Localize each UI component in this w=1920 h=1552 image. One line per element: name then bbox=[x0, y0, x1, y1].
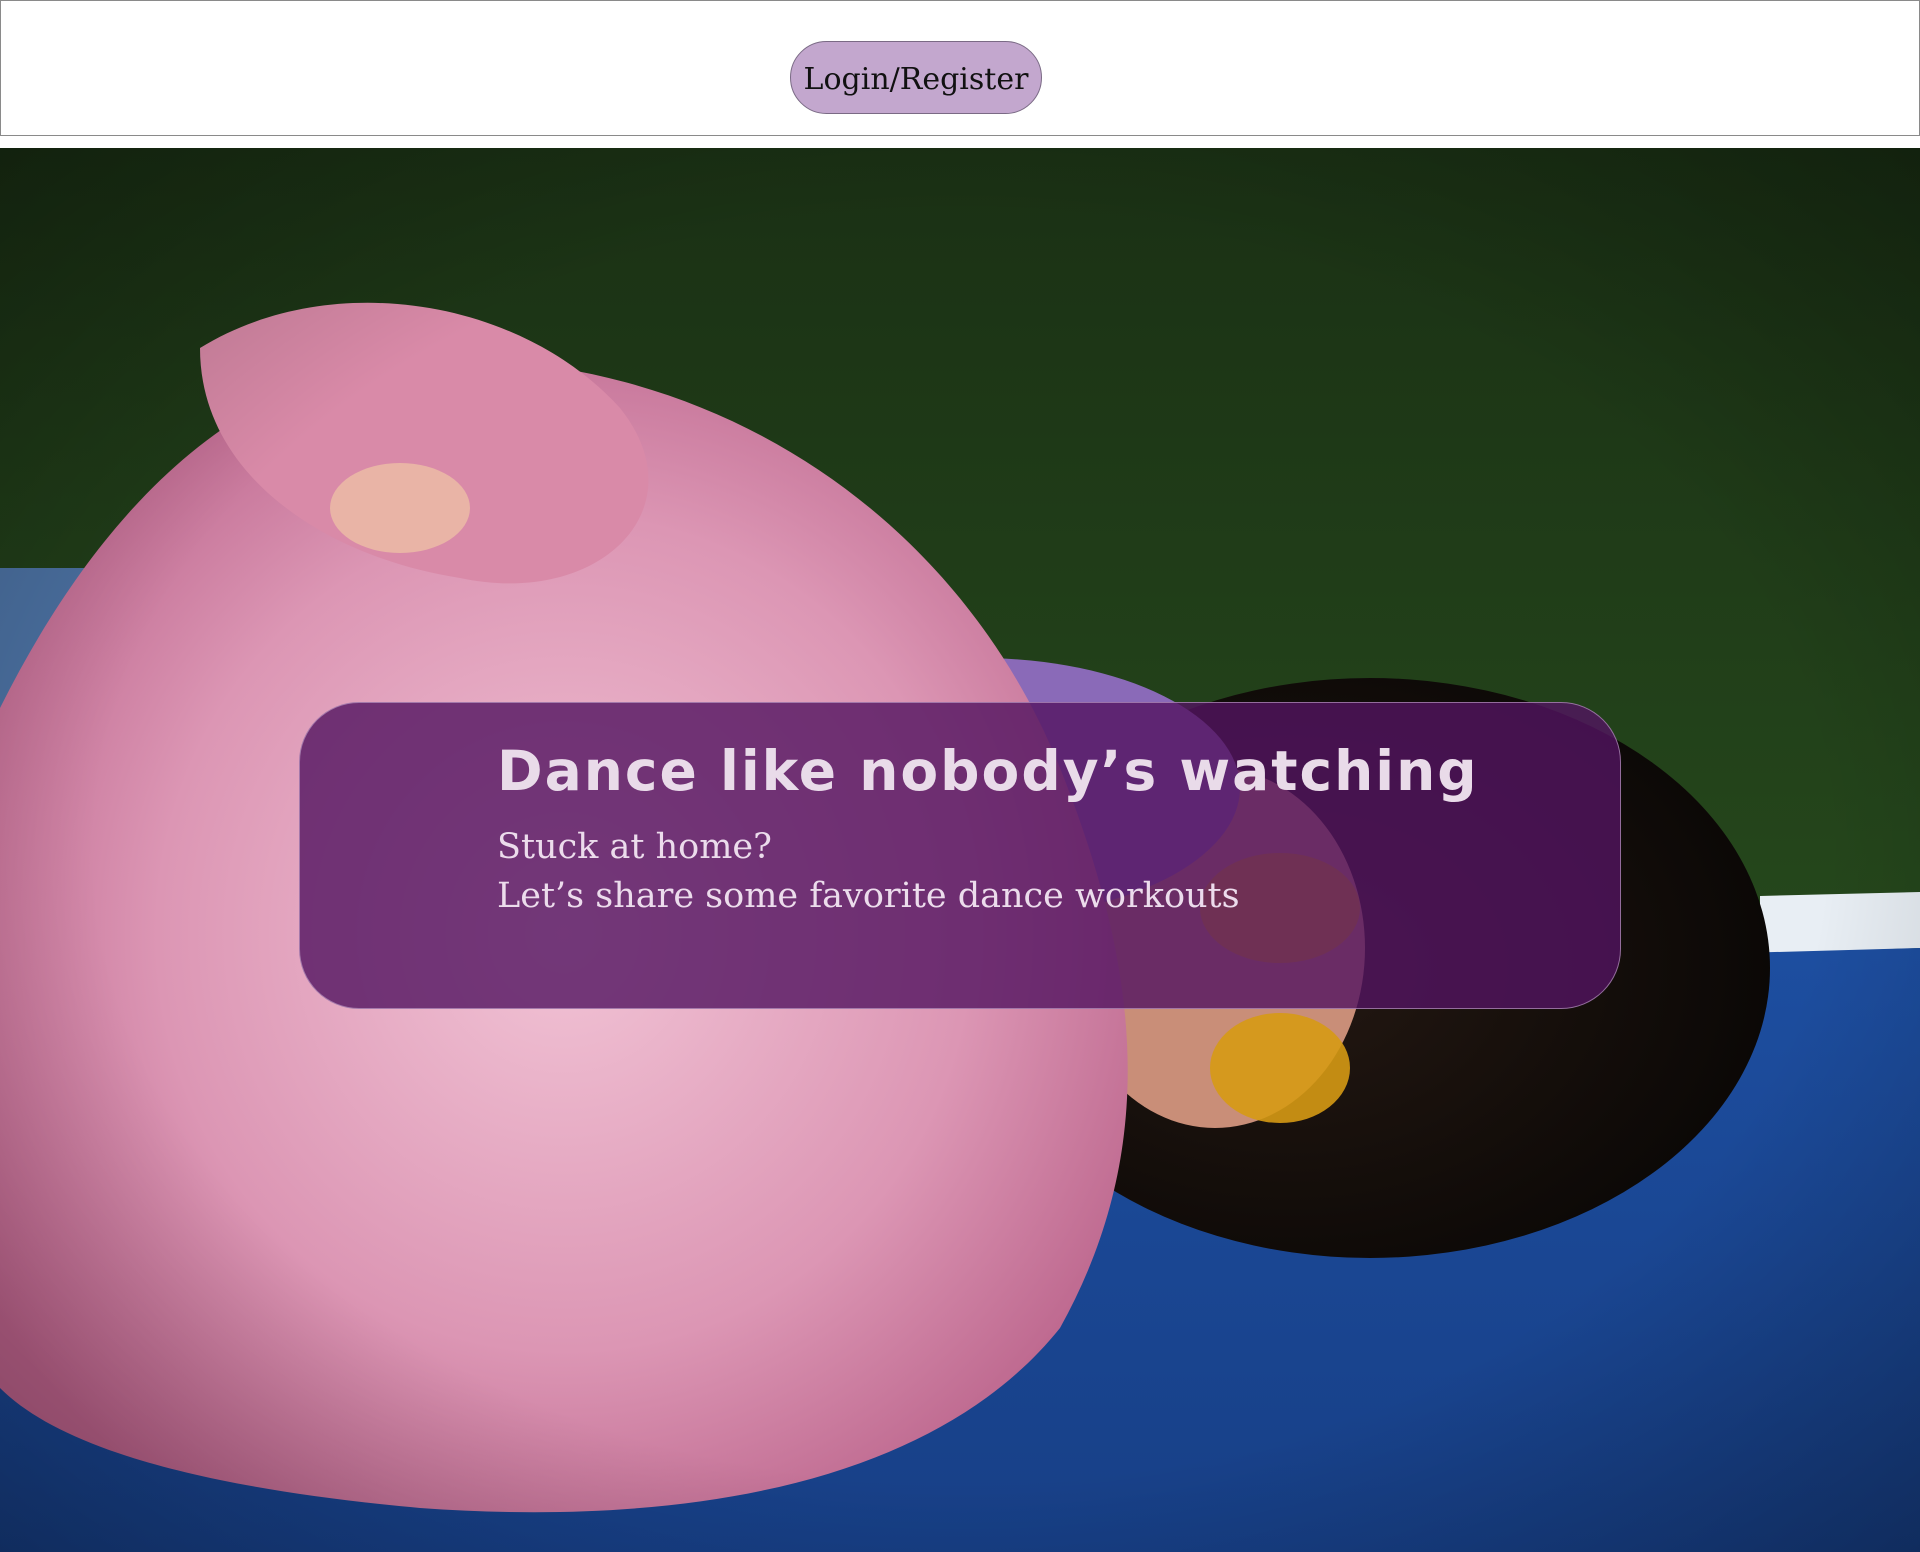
login-register-button[interactable]: Login/Register bbox=[790, 41, 1042, 114]
hero-subtitle-line-2: Let’s share some favorite dance workouts bbox=[497, 876, 1240, 916]
hero-subtitle-line-1: Stuck at home? bbox=[497, 827, 772, 867]
hero-text-overlay: Dance like nobody’s watching Stuck at ho… bbox=[299, 702, 1621, 1009]
hero-section: Dance like nobody’s watching Stuck at ho… bbox=[0, 148, 1920, 1552]
hero-headline: Dance like nobody’s watching bbox=[497, 739, 1479, 803]
top-header: Login/Register bbox=[0, 0, 1920, 136]
